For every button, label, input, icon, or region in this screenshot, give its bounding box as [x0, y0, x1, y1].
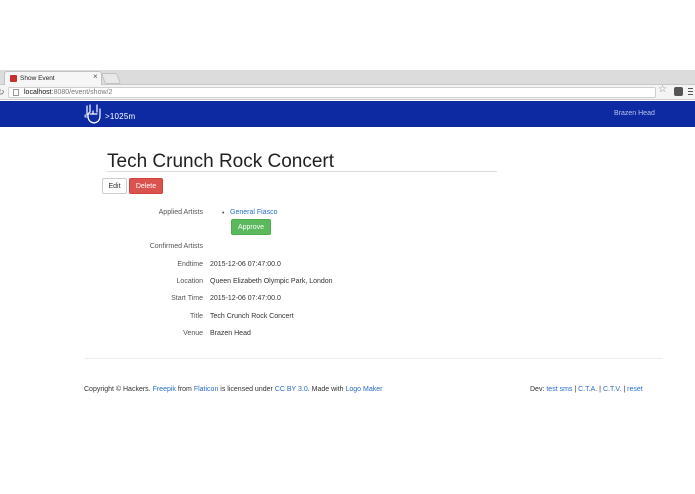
endtime-value: 2015-12-06 07:47:00.0 — [210, 261, 281, 268]
edit-button[interactable]: Edit — [102, 178, 127, 194]
tab-title: Show Event — [20, 74, 55, 82]
title-divider — [107, 171, 497, 172]
browser-tabstrip: Show Event × — [0, 70, 695, 85]
approve-button[interactable]: Approve — [231, 219, 271, 235]
reset-link[interactable]: reset — [627, 386, 643, 393]
footer-credits: Copyright © Hackers. Freepik from Flatic… — [84, 386, 383, 393]
menu-icon[interactable] — [688, 86, 693, 97]
page-icon — [13, 89, 19, 96]
star-icon[interactable]: ☆ — [658, 85, 667, 95]
venue-label: Venue — [183, 330, 203, 337]
location-label: Location — [176, 278, 203, 285]
title-value: Tech Crunch Rock Concert — [210, 313, 294, 320]
endtime-label: Endtime — [177, 261, 203, 268]
extension-icon[interactable] — [674, 87, 683, 96]
brand-text: >1025m — [105, 111, 136, 121]
footer-dev-links: Dev: test sms | C.T.A. | C.T.V. | reset — [530, 386, 643, 393]
address-bar[interactable]: localhost:8080/event/show/2 — [8, 86, 656, 98]
cc-license-link[interactable]: CC BY 3.0 — [275, 386, 308, 393]
title-label: Title — [190, 313, 203, 320]
list-bullet: • — [222, 210, 225, 217]
browser-toolbar: ↻ localhost:8080/event/show/2 ☆ — [0, 85, 695, 100]
new-tab-button[interactable] — [100, 73, 122, 84]
location-value: Queen Elizabeth Olympic Park, London — [210, 278, 333, 285]
close-tab-icon[interactable]: × — [93, 73, 98, 81]
venue-value: Brazen Head — [210, 330, 251, 337]
footer-divider — [84, 358, 663, 359]
start-time-value: 2015-12-06 07:47:00.0 — [210, 295, 281, 302]
page-title: Tech Crunch Rock Concert — [107, 151, 335, 172]
app-navbar: >1025m Brazen Head — [0, 101, 695, 127]
url-text[interactable]: localhost:8080/event/show/2 — [24, 89, 112, 96]
applied-artists-label: Applied Artists — [158, 209, 203, 216]
confirmed-artists-label: Confirmed Artists — [149, 243, 203, 250]
browser-tab[interactable]: Show Event × — [4, 71, 102, 85]
delete-button[interactable]: Delete — [129, 178, 163, 194]
start-time-label: Start Time — [171, 295, 203, 302]
flaticon-link[interactable]: Flaticon — [194, 386, 219, 393]
brand-logo[interactable]: >1025m — [84, 103, 135, 125]
favicon-icon — [10, 75, 17, 82]
cta-link[interactable]: C.T.A. — [578, 386, 597, 393]
test-sms-link[interactable]: test sms — [546, 386, 572, 393]
rock-hand-icon — [84, 104, 101, 124]
artist-link[interactable]: General Fiasco — [230, 209, 277, 216]
nav-link-venue[interactable]: Brazen Head — [614, 110, 655, 117]
logo-maker-link[interactable]: Logo Maker — [345, 386, 382, 393]
freepik-link[interactable]: Freepik — [153, 386, 176, 393]
reload-icon[interactable]: ↻ — [0, 87, 5, 98]
ctv-link[interactable]: C.T.V. — [603, 386, 621, 393]
